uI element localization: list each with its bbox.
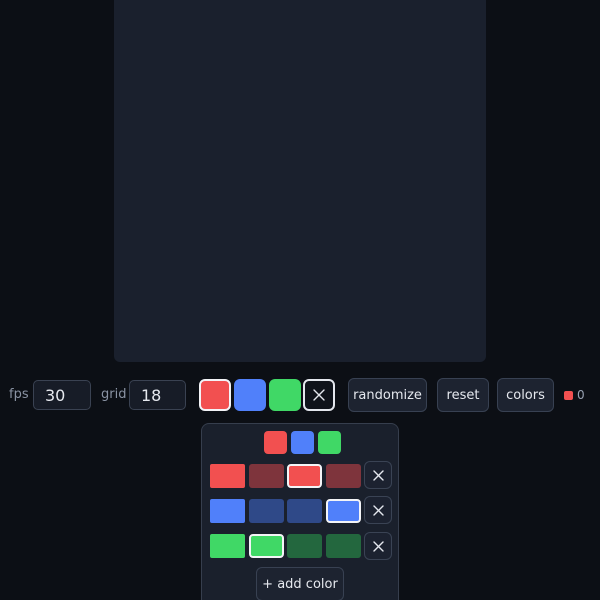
colors-button[interactable]: colors [497, 378, 554, 412]
eraser-swatch[interactable] [303, 379, 335, 411]
remove-color-button[interactable] [364, 532, 392, 560]
color-swatch-blue[interactable] [234, 379, 266, 411]
color-swatch-green[interactable] [269, 379, 301, 411]
grid-input[interactable] [129, 380, 186, 410]
palette-shade[interactable] [287, 464, 322, 488]
palette-row-base-color[interactable] [210, 499, 245, 523]
fps-input[interactable] [33, 380, 91, 410]
app-root: fps grid randomize reset colors 0 [0, 0, 600, 600]
palette-shade[interactable] [326, 464, 361, 488]
grid-label: grid [101, 387, 127, 402]
palette-shade[interactable] [287, 499, 322, 523]
close-icon [372, 504, 384, 516]
palette-shade[interactable] [249, 464, 284, 488]
palette-shade[interactable] [326, 534, 361, 558]
remove-color-button[interactable] [364, 461, 392, 489]
palette-row-base-color[interactable] [210, 534, 245, 558]
palette-swatch-blue[interactable] [291, 431, 314, 454]
close-icon [313, 389, 325, 401]
close-icon [372, 540, 384, 552]
color-swatch-red[interactable] [199, 379, 231, 411]
remove-color-button[interactable] [364, 496, 392, 524]
fps-label: fps [9, 387, 29, 402]
palette-shade[interactable] [249, 534, 284, 558]
palette-row-base-color[interactable] [210, 464, 245, 488]
randomize-button[interactable]: randomize [348, 378, 427, 412]
palette-shade[interactable] [326, 499, 361, 523]
close-icon [372, 469, 384, 481]
active-color-indicator [564, 391, 573, 400]
drawing-canvas[interactable] [114, 0, 486, 362]
reset-button[interactable]: reset [437, 378, 489, 412]
palette-swatch-green[interactable] [318, 431, 341, 454]
palette-shade[interactable] [249, 499, 284, 523]
palette-shade[interactable] [287, 534, 322, 558]
cell-count: 0 [577, 388, 585, 402]
add-color-button[interactable]: + add color [256, 567, 344, 600]
palette-swatch-red[interactable] [264, 431, 287, 454]
